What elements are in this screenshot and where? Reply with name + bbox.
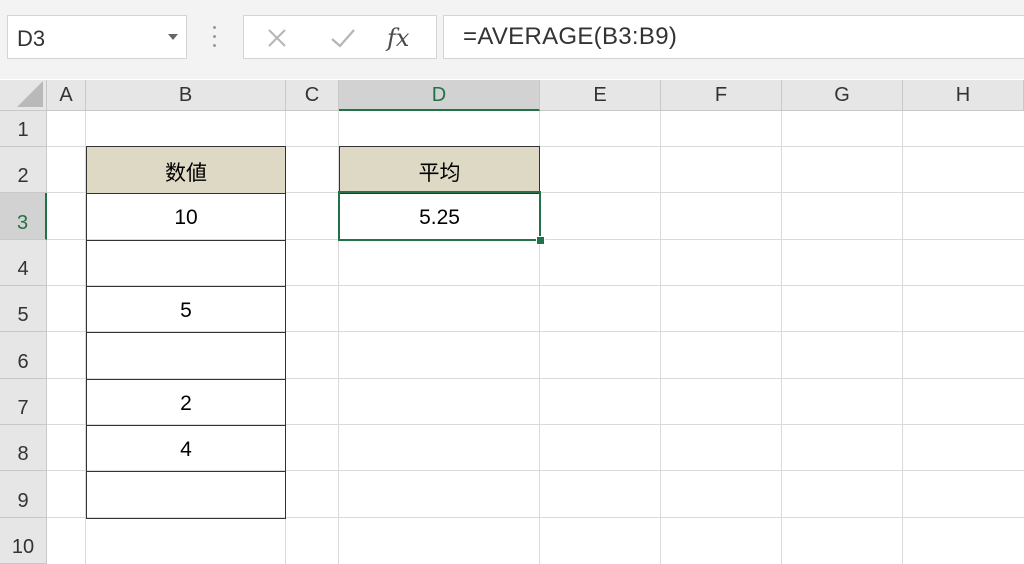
row-header-8[interactable]: 8 [0,425,47,471]
cancel-icon[interactable] [261,22,293,54]
function-icon[interactable]: fx [387,22,419,54]
table-row[interactable] [86,332,286,380]
table-row[interactable]: 10 [86,193,286,241]
row-header-6[interactable]: 6 [0,332,47,379]
row-number: 1 [17,119,29,141]
row-header-4[interactable]: 4 [0,240,47,286]
table-row[interactable] [86,240,286,287]
grid-line [660,111,661,564]
grid-line [902,111,903,564]
table-row[interactable]: 2 [86,379,286,426]
fill-handle[interactable] [536,236,545,245]
column-header-b[interactable]: B [86,80,286,111]
active-cell-outline [338,191,541,241]
fx-label: fx [387,24,410,52]
formula-input[interactable]: =AVERAGE(B3:B9) [443,15,1024,59]
cell-b8: 4 [180,438,192,461]
name-box[interactable]: D3 [7,15,187,59]
row-number: 3 [16,212,29,234]
column-header-f[interactable]: F [661,80,782,111]
row-header-2[interactable]: 2 [0,147,47,193]
row-header-1[interactable]: 1 [0,111,47,147]
row-header-3[interactable]: 3 [0,193,47,240]
table-d-header[interactable]: 平均 [339,146,540,194]
table-row[interactable] [86,471,286,519]
row-header-10[interactable]: 10 [0,518,47,564]
table-b-header-text: 数値 [165,162,207,185]
row-number: 9 [17,490,29,512]
cell-b7: 2 [180,392,192,415]
row-header-5[interactable]: 5 [0,286,47,332]
name-box-value: D3 [17,26,46,51]
table-b-header[interactable]: 数値 [86,146,286,194]
enter-icon[interactable] [327,22,359,54]
column-header-a[interactable]: A [47,80,86,111]
formula-text: =AVERAGE(B3:B9) [463,23,678,50]
column-header-g[interactable]: G [782,80,903,111]
column-header-h[interactable]: H [903,80,1024,111]
column-header-e[interactable]: E [540,80,661,111]
row-number: 6 [17,351,29,373]
cell-b3: 10 [174,206,198,229]
chevron-down-icon[interactable] [168,34,178,40]
table-row[interactable]: 4 [86,425,286,472]
column-header-c[interactable]: C [286,80,339,111]
row-header-7[interactable]: 7 [0,379,47,425]
row-header-9[interactable]: 9 [0,471,47,518]
formula-bar-area: D3 fx =AVERAGE(B3:B9) [0,0,1024,79]
select-all-button[interactable] [0,80,47,111]
table-row[interactable]: 5 [86,286,286,333]
row-number: 10 [11,536,35,558]
column-header-d[interactable]: D [339,80,540,111]
row-number: 5 [17,304,29,326]
grip-icon[interactable] [213,26,217,48]
cell-b5: 5 [180,299,192,322]
table-d-header-text: 平均 [418,162,461,185]
row-number: 7 [17,397,29,419]
grid-line [781,111,782,564]
row-number: 4 [17,258,29,280]
formula-buttons: fx [243,15,437,59]
row-number: 2 [17,165,29,187]
row-number: 8 [17,443,29,465]
